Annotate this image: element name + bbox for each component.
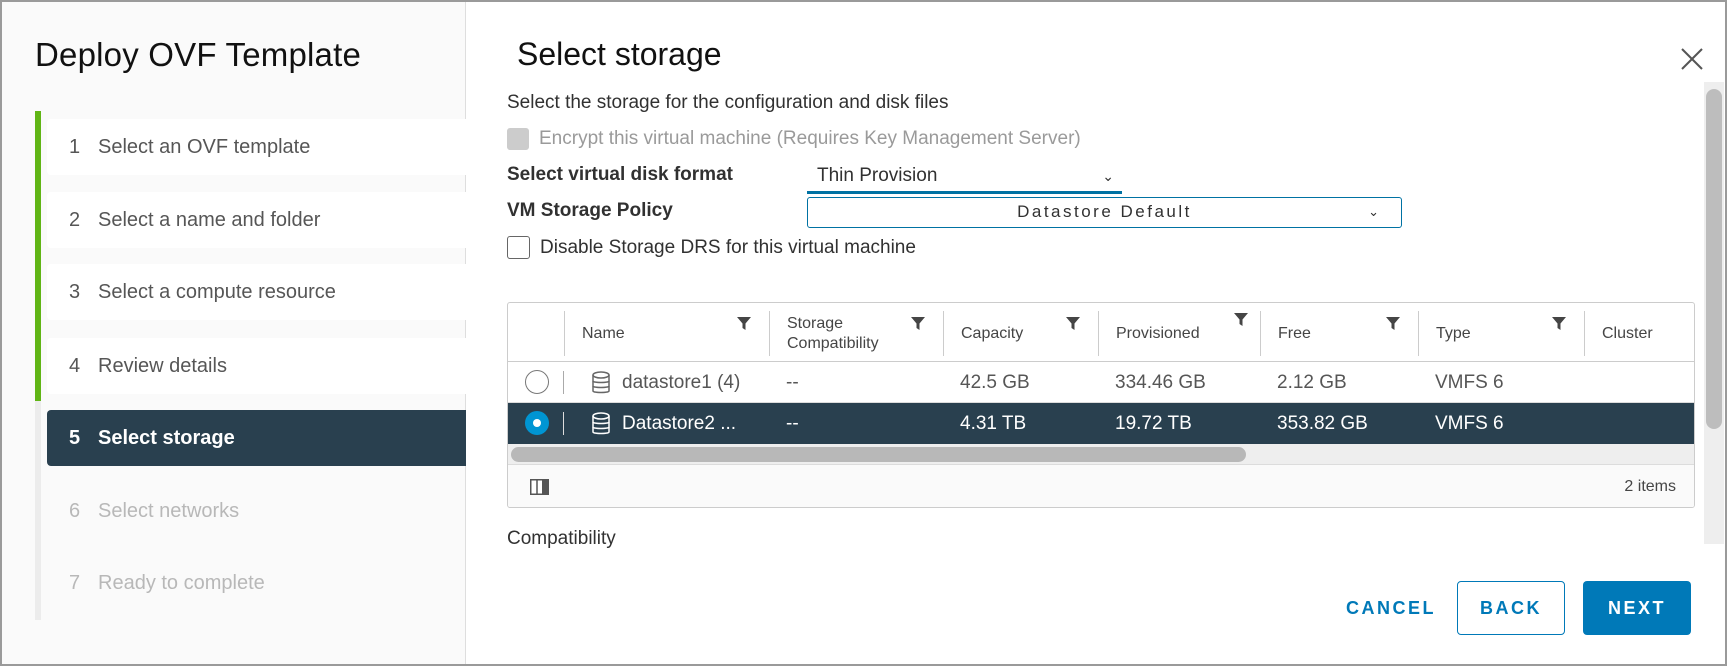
column-header-type[interactable]: Type	[1418, 311, 1584, 356]
step-select-networks: 6 Select networks	[47, 483, 466, 539]
storage-policy-value: Datastore Default	[1017, 202, 1192, 221]
column-label: Type	[1436, 324, 1471, 342]
grid-footer: 2 items	[508, 464, 1694, 507]
step-label: Select a compute resource	[98, 280, 336, 303]
cell-name: Datastore2 ...	[622, 413, 737, 434]
cell-type: VMFS 6	[1435, 413, 1504, 434]
compatibility-label: Compatibility	[507, 528, 616, 548]
filter-icon[interactable]	[1386, 317, 1400, 331]
main-panel: Select storage Select the storage for th…	[467, 2, 1727, 664]
storage-policy-select[interactable]: Datastore Default ⌄	[807, 197, 1402, 228]
step-label: Select storage	[98, 426, 235, 449]
step-select-name-folder[interactable]: 2 Select a name and folder	[47, 192, 466, 248]
column-header-cluster[interactable]: Cluster	[1584, 311, 1694, 356]
encrypt-label: Encrypt this virtual machine (Requires K…	[539, 128, 1081, 149]
encrypt-vm-option: Encrypt this virtual machine (Requires K…	[507, 128, 1081, 150]
disable-drs-checkbox[interactable]	[507, 236, 530, 259]
page-subtitle: Select the storage for the configuration…	[507, 92, 949, 113]
cell-capacity: 42.5 GB	[960, 372, 1030, 393]
table-row[interactable]: datastore1 (4) -- 42.5 GB 334.46 GB 2.12…	[508, 362, 1694, 403]
vertical-scrollbar[interactable]	[1704, 82, 1724, 544]
chevron-down-icon: ⌄	[1368, 204, 1379, 219]
wizard-sidebar: Deploy OVF Template 1 Select an OVF temp…	[2, 2, 466, 664]
column-label: Provisioned	[1116, 324, 1200, 342]
step-number: 1	[69, 135, 81, 158]
chevron-down-icon: ⌄	[1102, 168, 1114, 184]
back-button[interactable]: BACK	[1457, 581, 1565, 635]
step-number: 7	[69, 571, 81, 594]
close-button[interactable]	[1679, 46, 1705, 72]
filter-icon[interactable]	[1552, 317, 1566, 331]
step-label: Select a name and folder	[98, 208, 321, 231]
step-label: Ready to complete	[98, 571, 265, 594]
column-label: Name	[582, 324, 625, 342]
filter-icon[interactable]	[1066, 317, 1080, 331]
horizontal-scrollbar[interactable]	[508, 444, 1694, 464]
column-header-storage-compatibility[interactable]: Storage Compatibility	[769, 311, 943, 356]
step-ready-to-complete: 7 Ready to complete	[47, 555, 466, 611]
close-icon	[1681, 48, 1703, 70]
column-header-capacity[interactable]: Capacity	[943, 311, 1098, 356]
step-select-ovf-template[interactable]: 1 Select an OVF template	[47, 119, 466, 175]
disable-drs-option[interactable]: Disable Storage DRS for this virtual mac…	[507, 236, 916, 259]
disk-format-label: Select virtual disk format	[507, 164, 733, 185]
column-label: Free	[1278, 324, 1311, 342]
select-column-header	[508, 311, 564, 356]
column-toggle-icon[interactable]	[530, 479, 549, 495]
cell-capacity: 4.31 TB	[960, 413, 1027, 434]
step-number: 3	[69, 280, 81, 303]
step-number: 4	[69, 354, 81, 377]
grid-header: Name Storage Compatibility Capacity Prov…	[508, 303, 1694, 362]
cell-type: VMFS 6	[1435, 372, 1504, 393]
step-select-storage[interactable]: 5 Select storage	[47, 410, 466, 466]
horizontal-scrollbar-thumb[interactable]	[511, 447, 1246, 462]
column-header-free[interactable]: Free	[1260, 311, 1418, 356]
wizard-dialog: Deploy OVF Template 1 Select an OVF temp…	[0, 0, 1727, 666]
row-select-radio[interactable]	[525, 411, 549, 435]
cell-provisioned: 19.72 TB	[1115, 413, 1192, 434]
storage-policy-label: VM Storage Policy	[507, 200, 673, 221]
filter-icon[interactable]	[737, 317, 751, 331]
page-title: Select storage	[517, 36, 722, 72]
cell-provisioned: 334.46 GB	[1115, 372, 1206, 393]
progress-fill	[35, 111, 41, 401]
table-row-selected[interactable]: Datastore2 ... -- 4.31 TB 19.72 TB 353.8…	[508, 403, 1694, 444]
column-label: Storage Compatibility	[787, 314, 879, 352]
step-label: Select networks	[98, 499, 240, 522]
disable-drs-label: Disable Storage DRS for this virtual mac…	[540, 236, 916, 258]
disk-format-select[interactable]: Thin Provision ⌄	[807, 162, 1122, 194]
step-select-compute-resource[interactable]: 3 Select a compute resource	[47, 264, 466, 320]
datastore-icon	[592, 412, 610, 435]
wizard-title: Deploy OVF Template	[35, 36, 362, 73]
column-label: Cluster	[1602, 324, 1653, 342]
cancel-button[interactable]: CANCEL	[1329, 581, 1453, 635]
filter-icon[interactable]	[1234, 313, 1248, 327]
cell-storage-compatibility: --	[786, 413, 799, 434]
disk-format-value: Thin Provision	[817, 165, 938, 186]
step-number: 5	[69, 426, 81, 449]
step-number: 2	[69, 208, 81, 231]
column-header-provisioned[interactable]: Provisioned	[1098, 311, 1260, 356]
step-number: 6	[69, 499, 81, 522]
cell-name: datastore1 (4)	[622, 372, 741, 393]
cell-storage-compatibility: --	[786, 372, 799, 393]
datastore-grid: Name Storage Compatibility Capacity Prov…	[507, 302, 1695, 508]
vertical-scrollbar-thumb[interactable]	[1706, 89, 1722, 429]
step-label: Review details	[98, 354, 227, 377]
row-select-radio[interactable]	[525, 370, 549, 394]
encrypt-checkbox	[507, 128, 529, 150]
filter-icon[interactable]	[911, 317, 925, 331]
cell-free: 2.12 GB	[1277, 372, 1347, 393]
column-separator	[563, 412, 564, 435]
column-label: Capacity	[961, 324, 1024, 342]
column-header-name[interactable]: Name	[564, 311, 769, 356]
datastore-icon	[592, 371, 610, 394]
cell-free: 353.82 GB	[1277, 413, 1368, 434]
step-label: Select an OVF template	[98, 135, 311, 158]
step-review-details[interactable]: 4 Review details	[47, 338, 466, 394]
next-button[interactable]: NEXT	[1583, 581, 1691, 635]
column-separator	[563, 371, 564, 394]
item-count: 2 items	[1624, 478, 1676, 495]
